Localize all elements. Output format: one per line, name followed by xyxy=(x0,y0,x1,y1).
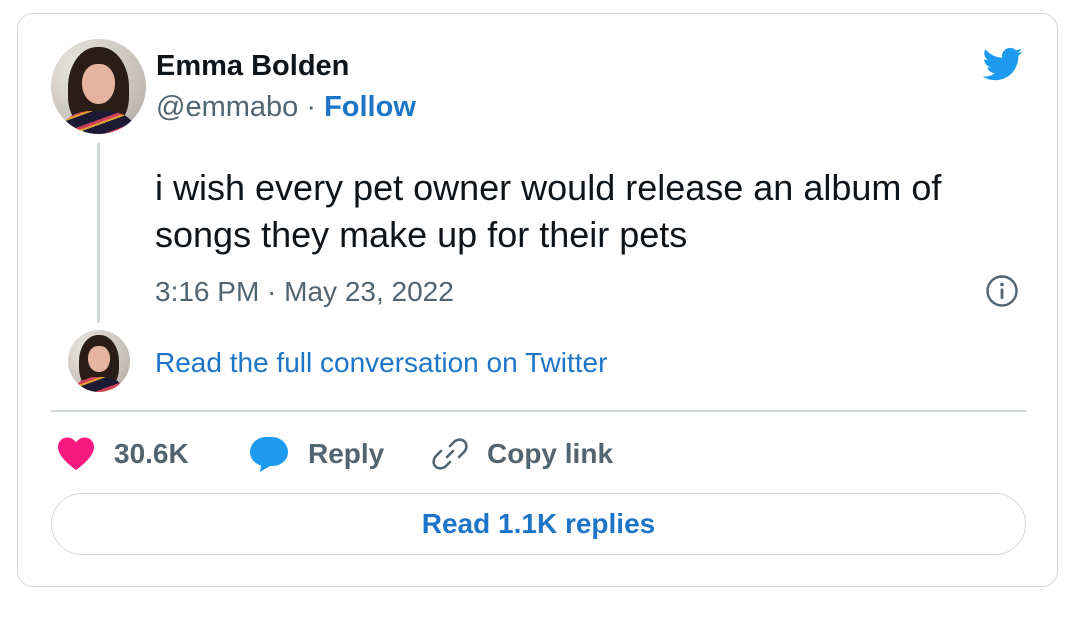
copy-link-label: Copy link xyxy=(487,438,614,469)
speech-bubble-icon xyxy=(250,437,288,472)
twitter-bird-icon[interactable] xyxy=(978,43,1026,85)
follow-link[interactable]: Follow xyxy=(324,91,416,123)
read-replies-button[interactable]: Read 1.1K replies xyxy=(51,493,1026,555)
author-meta: @emmabo · Follow xyxy=(156,91,416,124)
meta-separator: · xyxy=(298,91,325,123)
author-handle[interactable]: @emmabo xyxy=(156,91,298,123)
embedded-tweet-card: Emma Bolden @emmabo · Follow i wish ever… xyxy=(17,13,1058,587)
info-icon[interactable] xyxy=(985,274,1019,308)
tweet-text: i wish every pet owner would release an … xyxy=(155,167,942,255)
author-name[interactable]: Emma Bolden xyxy=(156,50,349,83)
like-button[interactable]: 30.6K xyxy=(56,432,189,476)
heart-icon xyxy=(58,437,94,470)
divider xyxy=(51,410,1027,412)
reply-label: Reply xyxy=(308,438,385,469)
tweet-timestamp[interactable]: 3:16 PM · May 23, 2022 xyxy=(155,276,454,308)
link-icon xyxy=(432,438,468,470)
like-count: 30.6K xyxy=(114,438,189,469)
read-full-conversation-link[interactable]: Read the full conversation on Twitter xyxy=(155,347,607,379)
author-avatar[interactable] xyxy=(51,39,146,134)
thread-connector-line xyxy=(97,143,100,323)
reply-author-avatar[interactable] xyxy=(68,330,130,392)
reply-button[interactable]: Reply xyxy=(248,432,384,476)
copy-link-button[interactable]: Copy link xyxy=(431,432,613,476)
